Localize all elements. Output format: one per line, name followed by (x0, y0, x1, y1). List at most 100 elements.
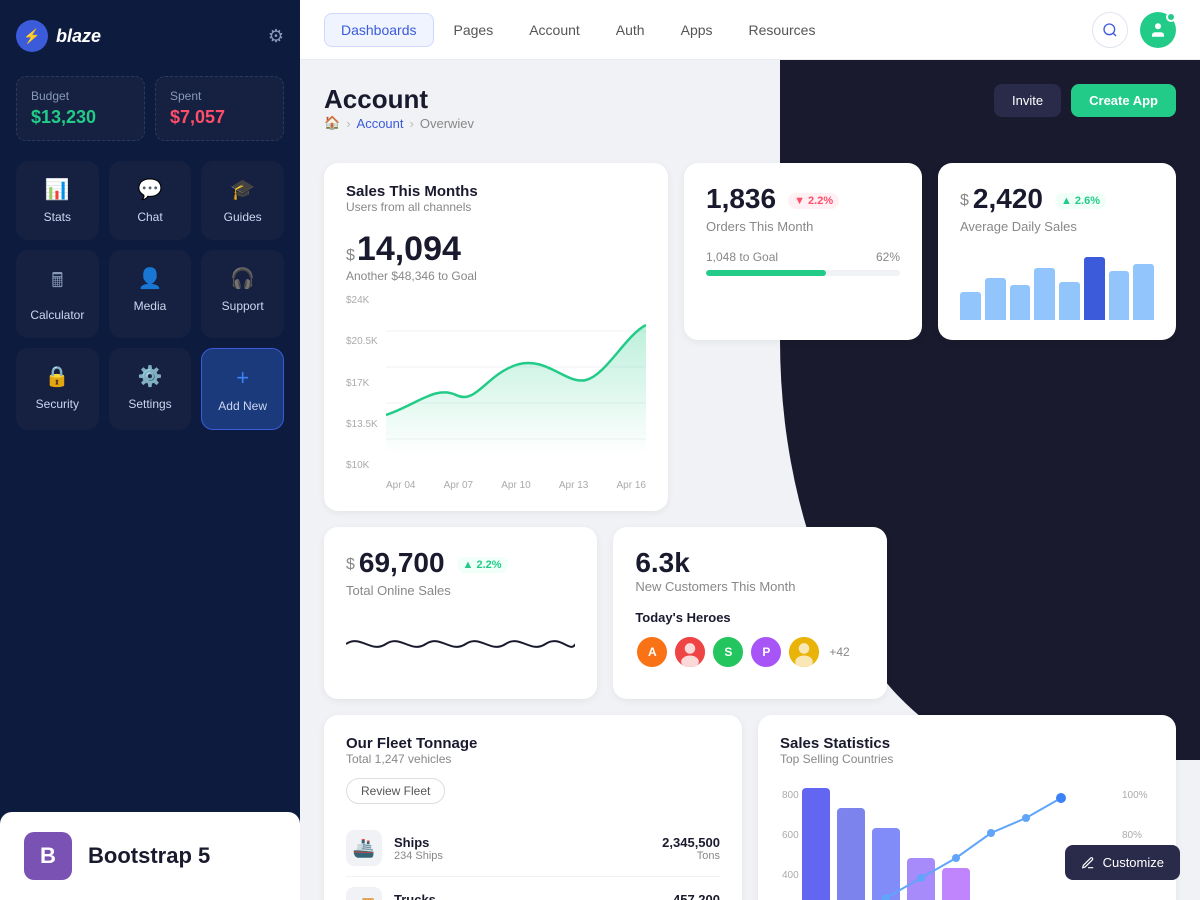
bar-3 (1010, 285, 1031, 320)
sales-months-sub: Users from all channels (346, 200, 646, 214)
create-app-button[interactable]: Create App (1071, 84, 1176, 117)
online-sales-card: $ 69,700 ▲ 2.2% Total Online Sales (324, 527, 597, 699)
search-button[interactable] (1092, 12, 1128, 48)
bootstrap-text: Bootstrap 5 (88, 843, 210, 869)
online-sales-label: Total Online Sales (346, 583, 575, 598)
progress-pct-label: 62% (876, 250, 900, 264)
hero-avatars: A S P +42 (635, 635, 864, 669)
sidebar-item-settings[interactable]: ⚙️ Settings (109, 348, 192, 430)
sidebar: ⚡ blaze ⚙ Budget $13,230 Spent $7,057 📊 … (0, 0, 300, 900)
media-label: Media (134, 299, 167, 313)
sidebar-item-chat[interactable]: 💬 Chat (109, 161, 192, 240)
user-avatar[interactable] (1140, 12, 1176, 48)
trucks-icon: 🚚 (346, 887, 382, 900)
x-label-5: Apr 16 (617, 480, 646, 491)
bar-4 (1034, 268, 1055, 321)
sidebar-item-calculator[interactable]: 🖩 Calculator (16, 250, 99, 338)
add-new-icon: + (236, 365, 249, 391)
nav-account[interactable]: Account (513, 13, 596, 47)
fleet-sub: Total 1,247 vehicles (346, 752, 720, 766)
progress-bar-bg (706, 270, 900, 276)
orders-number: 1,836 (706, 183, 776, 215)
customize-icon (1081, 856, 1095, 870)
spent-label: Spent (170, 89, 269, 103)
nav-apps[interactable]: Apps (665, 13, 729, 47)
nav-pages[interactable]: Pages (438, 13, 510, 47)
nav-grid: 📊 Stats 💬 Chat 🎓 Guides 🖩 Calculator 👤 M… (16, 161, 284, 430)
y-label-2: $20.5K (346, 336, 378, 347)
budget-card: Budget $13,230 (16, 76, 145, 141)
bar-1 (960, 292, 981, 320)
bootstrap-icon: B (24, 832, 72, 880)
bar-8 (1133, 264, 1154, 320)
page-header: Account 🏠 › Account › Overwiev Invite Cr… (324, 84, 1176, 151)
sidebar-item-media[interactable]: 👤 Media (109, 250, 192, 338)
sidebar-item-stats[interactable]: 📊 Stats (16, 161, 99, 240)
svg-text:600: 600 (782, 830, 799, 841)
security-label: Security (36, 397, 79, 411)
guides-icon: 🎓 (230, 177, 255, 202)
page-title-area: Account 🏠 › Account › Overwiev (324, 84, 474, 151)
calculator-icon: 🖩 (51, 266, 63, 300)
sidebar-item-add-new[interactable]: + Add New (201, 348, 284, 430)
spent-value: $7,057 (170, 107, 269, 128)
customers-label: New Customers This Month (635, 579, 864, 594)
hero-avatar-2 (673, 635, 707, 669)
stats-icon: 📊 (45, 177, 70, 202)
support-icon: 🎧 (230, 266, 255, 291)
heroes-label: Today's Heroes (635, 610, 864, 625)
stats-label: Stats (44, 210, 71, 224)
chat-icon: 💬 (138, 177, 163, 202)
y-label-3: $17K (346, 378, 378, 389)
top-nav-links: Dashboards Pages Account Auth Apps Resou… (324, 13, 831, 47)
sales-line-chart (386, 295, 646, 475)
trucks-name: Trucks (394, 892, 673, 900)
customize-button[interactable]: Customize (1065, 845, 1180, 880)
hero-avatar-4: P (749, 635, 783, 669)
calculator-label: Calculator (30, 308, 84, 322)
x-label-4: Apr 13 (559, 480, 588, 491)
breadcrumb-home-icon[interactable]: 🏠 (324, 115, 340, 131)
daily-sales-badge: ▲ 2.6% (1055, 193, 1106, 209)
daily-sales-number: 2,420 (973, 183, 1043, 215)
ships-icon: 🚢 (346, 830, 382, 866)
svg-text:100%: 100% (1122, 790, 1148, 801)
breadcrumb: 🏠 › Account › Overwiev (324, 115, 474, 131)
svg-text:80%: 80% (1122, 830, 1142, 841)
breadcrumb-account[interactable]: Account (357, 116, 404, 131)
ships-num: 2,345,500 (662, 835, 720, 850)
daily-dollar: $ (960, 192, 969, 210)
sales-months-card: Sales This Months Users from all channel… (324, 163, 668, 511)
sidebar-settings-icon[interactable]: ⚙ (268, 26, 284, 47)
online-sales-badge: ▲ 2.2% (457, 557, 508, 573)
budget-value: $13,230 (31, 107, 130, 128)
breadcrumb-overview: Overwiev (420, 116, 474, 131)
nav-resources[interactable]: Resources (733, 13, 832, 47)
review-fleet-button[interactable]: Review Fleet (346, 778, 445, 804)
invite-button[interactable]: Invite (994, 84, 1061, 117)
sales-months-title: Sales This Months (346, 183, 646, 200)
sales-goal: Another $48,346 to Goal (346, 269, 646, 283)
logo-area: ⚡ blaze (16, 20, 101, 52)
sidebar-item-guides[interactable]: 🎓 Guides (201, 161, 284, 240)
x-label-2: Apr 07 (444, 480, 473, 491)
ships-sub: 234 Ships (394, 850, 662, 862)
orders-label: Orders This Month (706, 219, 900, 234)
budget-row: Budget $13,230 Spent $7,057 (16, 76, 284, 141)
settings-label: Settings (128, 397, 171, 411)
chat-label: Chat (137, 210, 162, 224)
sidebar-header: ⚡ blaze ⚙ (16, 16, 284, 56)
online-dollar: $ (346, 556, 355, 574)
sales-stats-chart: 800 600 400 200 100% 80% 60% 40% (780, 778, 1154, 900)
y-label-1: $24K (346, 295, 378, 306)
logo-text: blaze (56, 26, 101, 47)
nav-auth[interactable]: Auth (600, 13, 661, 47)
avatar-online-dot (1166, 12, 1176, 22)
nav-dashboards[interactable]: Dashboards (324, 13, 434, 47)
support-label: Support (222, 299, 264, 313)
orders-progress: 1,048 to Goal 62% (706, 250, 900, 276)
daily-sales-label: Average Daily Sales (960, 219, 1154, 234)
x-label-3: Apr 10 (501, 480, 530, 491)
sidebar-item-security[interactable]: 🔒 Security (16, 348, 99, 430)
sidebar-item-support[interactable]: 🎧 Support (201, 250, 284, 338)
